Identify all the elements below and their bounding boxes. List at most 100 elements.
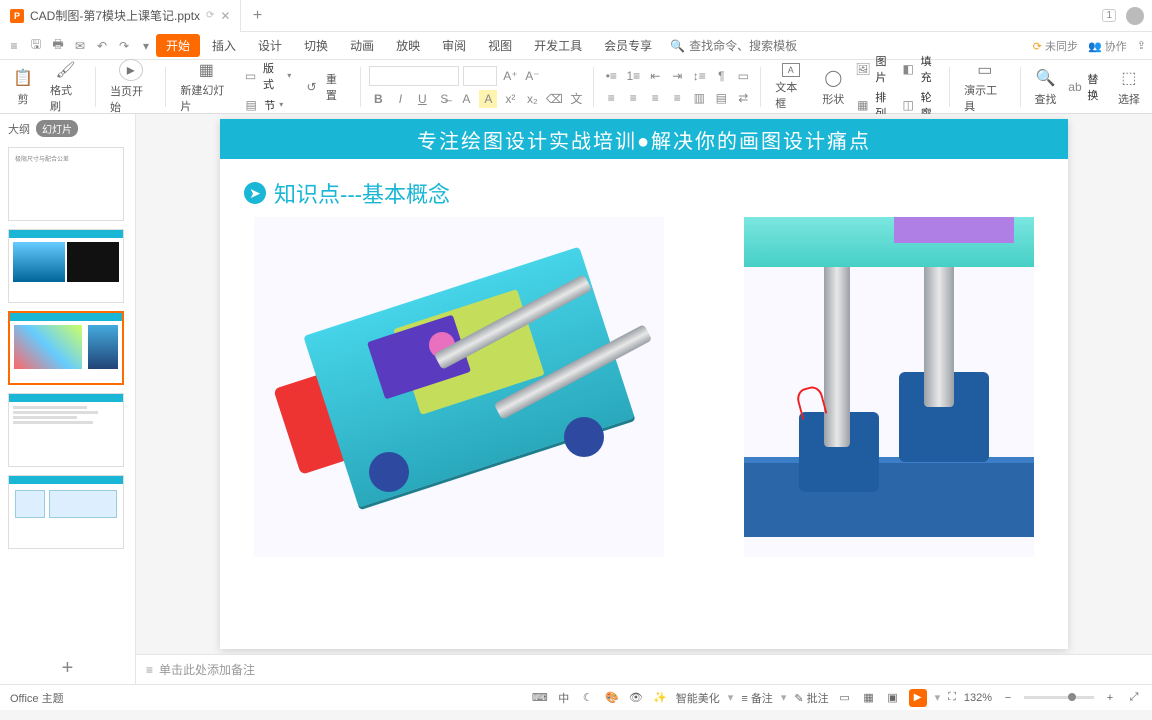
columns-icon[interactable]: ▥	[690, 89, 708, 107]
slide-thumb[interactable]	[8, 393, 124, 467]
tab-design[interactable]: 设计	[248, 34, 292, 57]
ime-icon[interactable]: ⌨	[532, 690, 548, 706]
slide-thumb[interactable]	[8, 229, 124, 303]
zoom-slider[interactable]	[1024, 696, 1094, 699]
notes-toggle[interactable]: ≡ 备注	[741, 690, 772, 706]
replace-button[interactable]: ab替换	[1067, 71, 1108, 103]
fit-icon[interactable]: ⛶	[948, 691, 956, 704]
align-text-icon[interactable]: ▭	[734, 67, 752, 85]
underline-icon[interactable]: U	[413, 90, 431, 108]
font-family-select[interactable]	[369, 66, 459, 86]
font-size-select[interactable]	[463, 66, 497, 86]
dropdown-icon[interactable]: ▾	[138, 38, 154, 54]
align-center-icon[interactable]: ≡	[624, 89, 642, 107]
strike-icon[interactable]: S̶	[435, 90, 453, 108]
view-normal-icon[interactable]: ▭	[837, 690, 853, 706]
preview-icon[interactable]: ✉	[72, 38, 88, 54]
font-color-icon[interactable]: A	[457, 90, 475, 108]
tab-transition[interactable]: 切换	[294, 34, 338, 57]
textbox-button[interactable]: A文本框	[769, 60, 812, 113]
tab-slideshow[interactable]: 放映	[386, 34, 430, 57]
fill-button[interactable]: ◧填充	[900, 53, 941, 85]
layout-button[interactable]: ▭版式▾	[242, 60, 291, 92]
tab-member[interactable]: 会员专享	[594, 34, 662, 57]
superscript-icon[interactable]: x²	[501, 90, 519, 108]
tab-animation[interactable]: 动画	[340, 34, 384, 57]
new-slide-button[interactable]: ▦新建幻灯片	[174, 60, 238, 113]
align-justify-icon[interactable]: ≡	[668, 89, 686, 107]
tab-view[interactable]: 视图	[478, 34, 522, 57]
comments-toggle[interactable]: ✎ 批注	[794, 690, 828, 706]
presentation-tools-button[interactable]: ▭演示工具	[958, 60, 1011, 113]
tab-insert[interactable]: 插入	[202, 34, 246, 57]
menu-icon[interactable]: ≡	[6, 38, 22, 54]
new-tab-button[interactable]: +	[241, 7, 273, 25]
tab-review[interactable]: 审阅	[432, 34, 476, 57]
grow-font-icon[interactable]: A⁺	[501, 67, 519, 85]
reset-button[interactable]: ↺重置	[295, 60, 352, 113]
command-search-input[interactable]	[689, 39, 809, 53]
collaborate-button[interactable]: 👥 协作	[1088, 38, 1127, 54]
convert-icon[interactable]: ▤	[712, 89, 730, 107]
subscript-icon[interactable]: x₂	[523, 90, 541, 108]
skin-icon[interactable]: 🎨	[604, 690, 620, 706]
format-painter-button[interactable]: 🖌格式刷	[44, 60, 87, 113]
align-left-icon[interactable]: ≡	[602, 89, 620, 107]
zoom-out-icon[interactable]: −	[1000, 690, 1016, 706]
section-button[interactable]: ▤节▾	[242, 96, 291, 114]
text-direction-icon[interactable]: ¶	[712, 67, 730, 85]
slide-thumb-selected[interactable]	[8, 311, 124, 385]
redo-icon[interactable]: ↷	[116, 38, 132, 54]
align-right-icon[interactable]: ≡	[646, 89, 664, 107]
moon-icon[interactable]: ☾	[580, 690, 596, 706]
find-button[interactable]: 🔍查找	[1029, 60, 1063, 113]
change-case-icon[interactable]: 文	[567, 90, 585, 108]
document-tab[interactable]: P CAD制图-第7模块上课笔记.pptx ⟳ ✕	[0, 0, 241, 32]
share-icon[interactable]: ⇪	[1137, 39, 1146, 52]
fullscreen-icon[interactable]: ⤢	[1126, 690, 1142, 706]
tab-close-icon[interactable]: ✕	[220, 9, 230, 23]
print-icon[interactable]: 🖶	[50, 38, 66, 54]
slides-tab[interactable]: 幻灯片	[36, 120, 78, 137]
paste-button[interactable]: 📋剪	[6, 60, 40, 113]
undo-icon[interactable]: ↶	[94, 38, 110, 54]
from-current-slide-button[interactable]: ▸当页开始	[104, 60, 157, 113]
tab-icon[interactable]: ⇄	[734, 89, 752, 107]
highlight-icon[interactable]: A	[479, 90, 497, 108]
sync-status[interactable]: ⟳ 未同步	[1033, 38, 1078, 54]
ime-lang[interactable]: 中	[556, 690, 572, 706]
slide-thumb[interactable]	[8, 475, 124, 549]
zoom-value[interactable]: 132%	[964, 692, 992, 704]
bullets-icon[interactable]: •≡	[602, 67, 620, 85]
zoom-in-icon[interactable]: +	[1102, 690, 1118, 706]
shrink-font-icon[interactable]: A⁻	[523, 67, 541, 85]
smart-beautify-button[interactable]: 智能美化	[676, 690, 720, 706]
wand-icon[interactable]: ✨	[652, 690, 668, 706]
clear-format-icon[interactable]: ⌫	[545, 90, 563, 108]
indent-dec-icon[interactable]: ⇤	[646, 67, 664, 85]
select-button[interactable]: ⬚选择	[1112, 60, 1146, 113]
italic-icon[interactable]: I	[391, 90, 409, 108]
thumbnail-list[interactable]: 极限尺寸与配合公差	[0, 143, 135, 653]
view-reading-icon[interactable]: ▣	[885, 690, 901, 706]
add-slide-button[interactable]: +	[0, 653, 135, 684]
tab-devtools[interactable]: 开发工具	[524, 34, 592, 57]
shape-button[interactable]: ◯形状	[816, 60, 850, 113]
command-search[interactable]: 🔍	[670, 39, 809, 53]
slide-stage[interactable]: 专注绘图设计实战培训●解决你的画图设计痛点 ➤ 知识点---基本概念	[136, 114, 1152, 654]
save-icon[interactable]: 🖫	[28, 38, 44, 54]
slide-thumb[interactable]: 极限尺寸与配合公差	[8, 147, 124, 221]
eye-icon[interactable]: 👁	[628, 690, 644, 706]
view-sorter-icon[interactable]: ▦	[861, 690, 877, 706]
window-count-badge[interactable]: 1	[1102, 9, 1116, 22]
bold-icon[interactable]: B	[369, 90, 387, 108]
numbering-icon[interactable]: 1≡	[624, 67, 642, 85]
line-spacing-icon[interactable]: ↕≡	[690, 67, 708, 85]
tab-start[interactable]: 开始	[156, 34, 200, 57]
outline-tab[interactable]: 大纲	[8, 121, 30, 137]
slideshow-play-button[interactable]: ▶	[909, 689, 927, 707]
user-avatar[interactable]	[1126, 7, 1144, 25]
indent-inc-icon[interactable]: ⇥	[668, 67, 686, 85]
notes-pane[interactable]: ≡ 单击此处添加备注	[136, 654, 1152, 684]
picture-button[interactable]: 🖼图片	[854, 53, 895, 85]
